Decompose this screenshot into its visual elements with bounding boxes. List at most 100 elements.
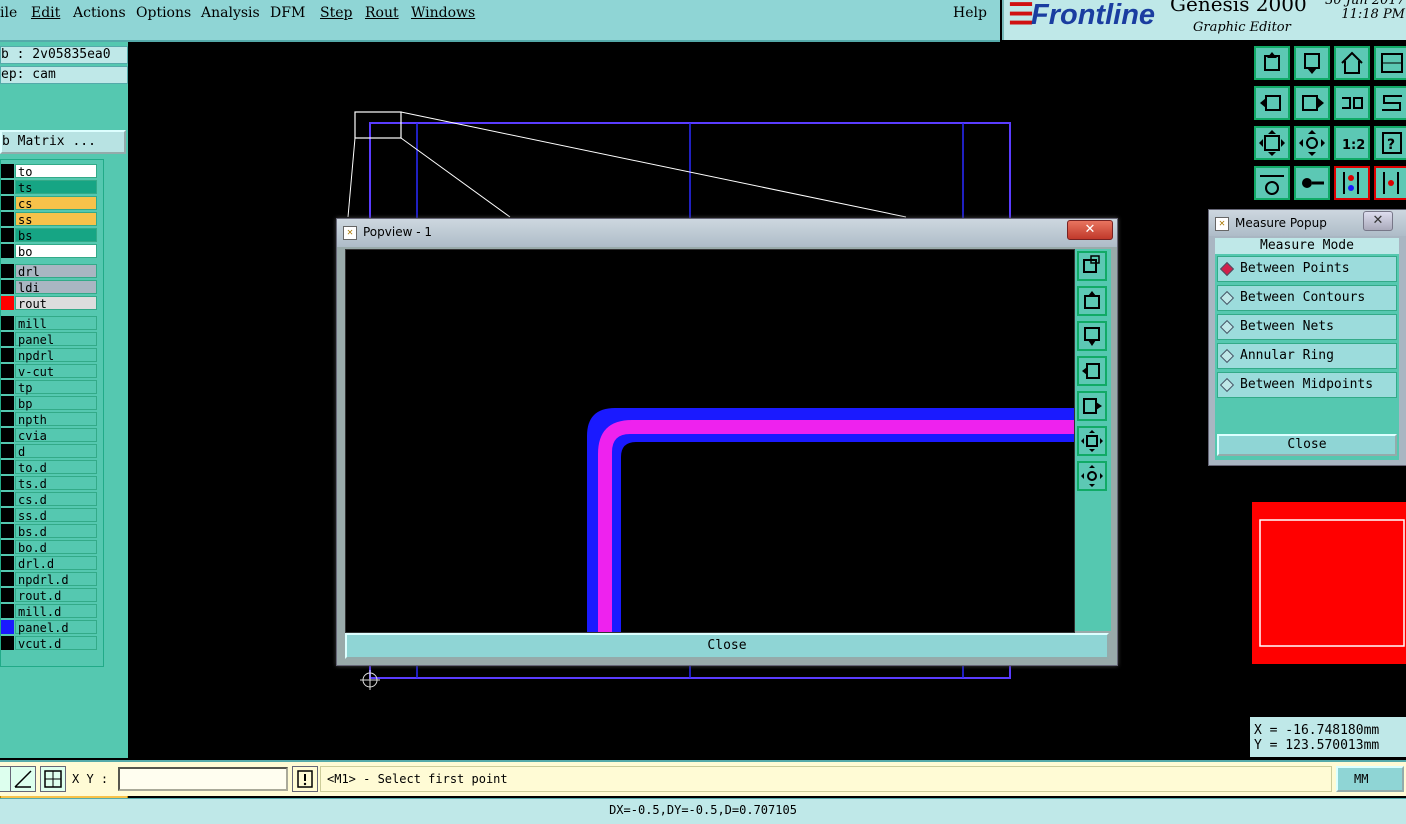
layer-color-swatch[interactable] [1, 604, 14, 618]
snap-icon[interactable] [1294, 166, 1330, 200]
layer-color-swatch[interactable] [1, 636, 14, 650]
layer-color-swatch[interactable] [1, 364, 14, 378]
layer-color-swatch[interactable] [1, 212, 14, 226]
layer-row[interactable]: ldi [1, 280, 99, 295]
xy-input[interactable] [118, 767, 288, 791]
layer-row[interactable]: panel.d [1, 620, 99, 635]
menu-step[interactable]: Step [320, 5, 352, 21]
layer-row[interactable]: bo [1, 244, 99, 259]
mode-between-nets[interactable]: Between Nets [1217, 314, 1397, 340]
home-icon[interactable] [1334, 46, 1370, 80]
layer-color-swatch[interactable] [1, 280, 14, 294]
layer-color-swatch[interactable] [1, 588, 14, 602]
layer-row[interactable]: cs [1, 196, 99, 211]
zoom-home-icon[interactable] [1294, 126, 1330, 160]
net-compare-icon[interactable] [1374, 166, 1406, 200]
layer-row[interactable]: bo.d [1, 540, 99, 555]
layer-row[interactable]: to [1, 164, 99, 179]
layer-row[interactable]: npth [1, 412, 99, 427]
layer-row[interactable]: to.d [1, 460, 99, 475]
popview-titlebar[interactable]: ✕ Popview - 1 ✕ [337, 219, 1117, 247]
layer-color-swatch[interactable] [1, 572, 14, 586]
menu-dfm[interactable]: DFM [270, 5, 305, 21]
layer-row[interactable]: drl.d [1, 556, 99, 571]
mode-between-midpoints[interactable]: Between Midpoints [1217, 372, 1397, 398]
mode-annular-ring[interactable]: Annular Ring [1217, 343, 1397, 369]
page-down-icon[interactable] [1294, 46, 1330, 80]
layer-color-swatch[interactable] [1, 540, 14, 554]
menu-help[interactable]: Help [953, 5, 987, 21]
layer-row[interactable]: bs.d [1, 524, 99, 539]
redo-zoom-icon[interactable] [1374, 86, 1406, 120]
one-to-one-icon[interactable]: 1:2 [1334, 126, 1370, 160]
menu-rout[interactable]: Rout [365, 5, 399, 21]
menu-windows[interactable]: Windows [411, 5, 475, 21]
layer-color-swatch[interactable] [1, 396, 14, 410]
close-icon[interactable]: ✕ [1363, 211, 1393, 231]
measure-close-button[interactable]: Close [1217, 434, 1397, 456]
angle-snap-icon[interactable] [10, 766, 36, 792]
page-left-icon[interactable] [1254, 86, 1290, 120]
layer-row[interactable]: npdrl.d [1, 572, 99, 587]
layer-color-swatch[interactable] [1, 380, 14, 394]
layer-row[interactable]: npdrl [1, 348, 99, 363]
menu-analysis[interactable]: Analysis [201, 5, 260, 21]
layer-color-swatch[interactable] [1, 492, 14, 506]
zoom-fit-icon[interactable] [1254, 126, 1290, 160]
layer-row[interactable]: cs.d [1, 492, 99, 507]
grid-icon[interactable] [40, 766, 66, 792]
measure-tool-icon[interactable] [1254, 166, 1290, 200]
layer-color-swatch[interactable] [1, 228, 14, 242]
layer-row[interactable]: tp [1, 380, 99, 395]
layer-row[interactable]: v-cut [1, 364, 99, 379]
measure-titlebar[interactable]: ✕ Measure Popup ✕ [1209, 210, 1406, 236]
page-up-icon[interactable] [1254, 46, 1290, 80]
net-link-icon[interactable] [1334, 166, 1370, 200]
units-select[interactable]: MM [1336, 766, 1404, 792]
layer-row[interactable]: drl [1, 264, 99, 279]
popview-close-button[interactable]: Close [345, 633, 1109, 659]
layer-row[interactable]: cvia [1, 428, 99, 443]
page-up-icon[interactable] [1077, 286, 1107, 316]
mode-between-contours[interactable]: Between Contours [1217, 285, 1397, 311]
popview-canvas[interactable] [345, 249, 1075, 633]
page-right-icon[interactable] [1077, 391, 1107, 421]
layer-row[interactable]: rout [1, 296, 99, 311]
mode-between-points[interactable]: Between Points [1217, 256, 1397, 282]
layer-row[interactable]: ts [1, 180, 99, 195]
layer-color-swatch[interactable] [1, 180, 14, 194]
page-down-icon[interactable] [1077, 321, 1107, 351]
page-right-icon[interactable] [1294, 86, 1330, 120]
layer-row[interactable]: vcut.d [1, 636, 99, 651]
layer-row[interactable]: d [1, 444, 99, 459]
execute-icon[interactable] [292, 766, 318, 792]
layer-row[interactable]: ts.d [1, 476, 99, 491]
layer-color-swatch[interactable] [1, 460, 14, 474]
layer-color-swatch[interactable] [1, 316, 14, 330]
layer-row[interactable]: bs [1, 228, 99, 243]
layer-color-swatch[interactable] [1, 244, 14, 258]
menu-edit[interactable]: Edit [31, 5, 60, 21]
layer-color-swatch[interactable] [1, 296, 14, 310]
close-icon[interactable]: ✕ [1067, 220, 1113, 240]
zoom-fit-icon[interactable] [1077, 426, 1107, 456]
layer-color-swatch[interactable] [1, 620, 14, 634]
layer-color-swatch[interactable] [1, 196, 14, 210]
menu-actions[interactable]: Actions [73, 5, 126, 21]
menu-options[interactable]: Options [136, 5, 191, 21]
layer-color-swatch[interactable] [1, 428, 14, 442]
layer-color-swatch[interactable] [1, 412, 14, 426]
page-left-icon[interactable] [1077, 356, 1107, 386]
layer-color-swatch[interactable] [1, 348, 14, 362]
layer-color-swatch[interactable] [1, 444, 14, 458]
help-icon[interactable]: ? [1374, 126, 1406, 160]
layer-row[interactable]: bp [1, 396, 99, 411]
layer-row[interactable]: rout.d [1, 588, 99, 603]
undo-zoom-icon[interactable] [1334, 86, 1370, 120]
layer-color-swatch[interactable] [1, 476, 14, 490]
menu-file[interactable]: ile [0, 5, 17, 21]
layer-color-swatch[interactable] [1, 508, 14, 522]
layer-color-swatch[interactable] [1, 556, 14, 570]
layer-row[interactable]: panel [1, 332, 99, 347]
zoom-window-icon[interactable] [1077, 251, 1107, 281]
